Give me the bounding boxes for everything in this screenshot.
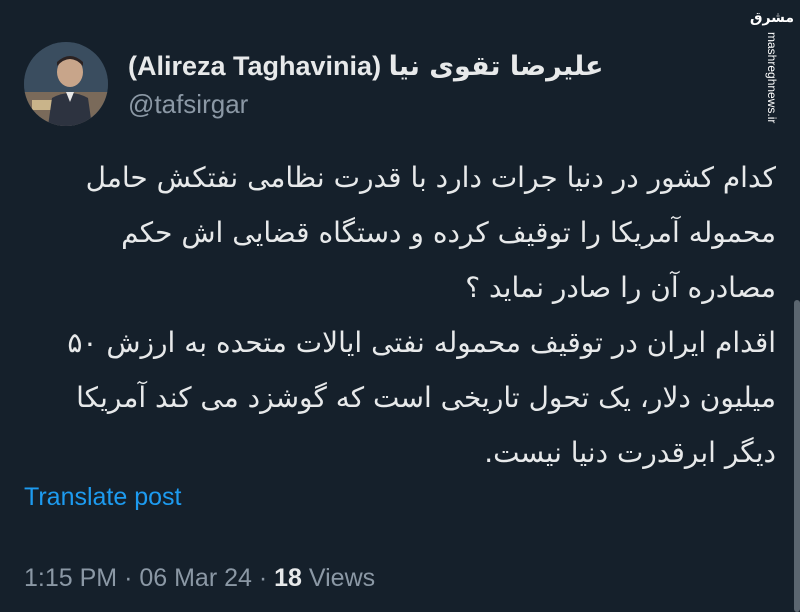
views-label: Views (308, 564, 376, 592)
author-avatar[interactable] (24, 42, 108, 126)
watermark: مشرق mashreghnews.ir (750, 10, 794, 140)
views-count[interactable]: 18 (274, 564, 302, 592)
tweet-time[interactable]: 1:15 PM (24, 564, 117, 592)
author-names: (Alireza Taghavinia) علیرضا تقوی نیا @ta… (128, 50, 603, 119)
avatar-photo (24, 42, 108, 126)
scrollbar[interactable] (794, 300, 800, 612)
tweet-meta: 1:15 PM · 06 Mar 24 · 18 Views (24, 564, 375, 593)
tweet-text: کدام کشور در دنیا جرات دارد با قدرت نظام… (24, 150, 776, 480)
display-name-persian: علیرضا تقوی نیا (388, 51, 604, 82)
watermark-logo: مشرق (749, 10, 795, 26)
meta-separator-2: · (258, 564, 268, 592)
user-handle[interactable]: @tafsirgar (128, 89, 603, 119)
tweet-paragraph-2: اقدام ایران در توقیف محموله نفتی ایالات … (67, 326, 776, 469)
display-name[interactable]: (Alireza Taghavinia) علیرضا تقوی نیا (128, 50, 603, 83)
watermark-site: mashreghnews.ir (765, 32, 779, 124)
meta-separator: · (124, 564, 133, 592)
tweet-date[interactable]: 06 Mar 24 (139, 564, 252, 592)
display-name-latin: (Alireza Taghavinia) (128, 51, 382, 81)
tweet-paragraph-1: کدام کشور در دنیا جرات دارد با قدرت نظام… (85, 161, 776, 304)
translate-post-link[interactable]: Translate post (24, 483, 181, 512)
